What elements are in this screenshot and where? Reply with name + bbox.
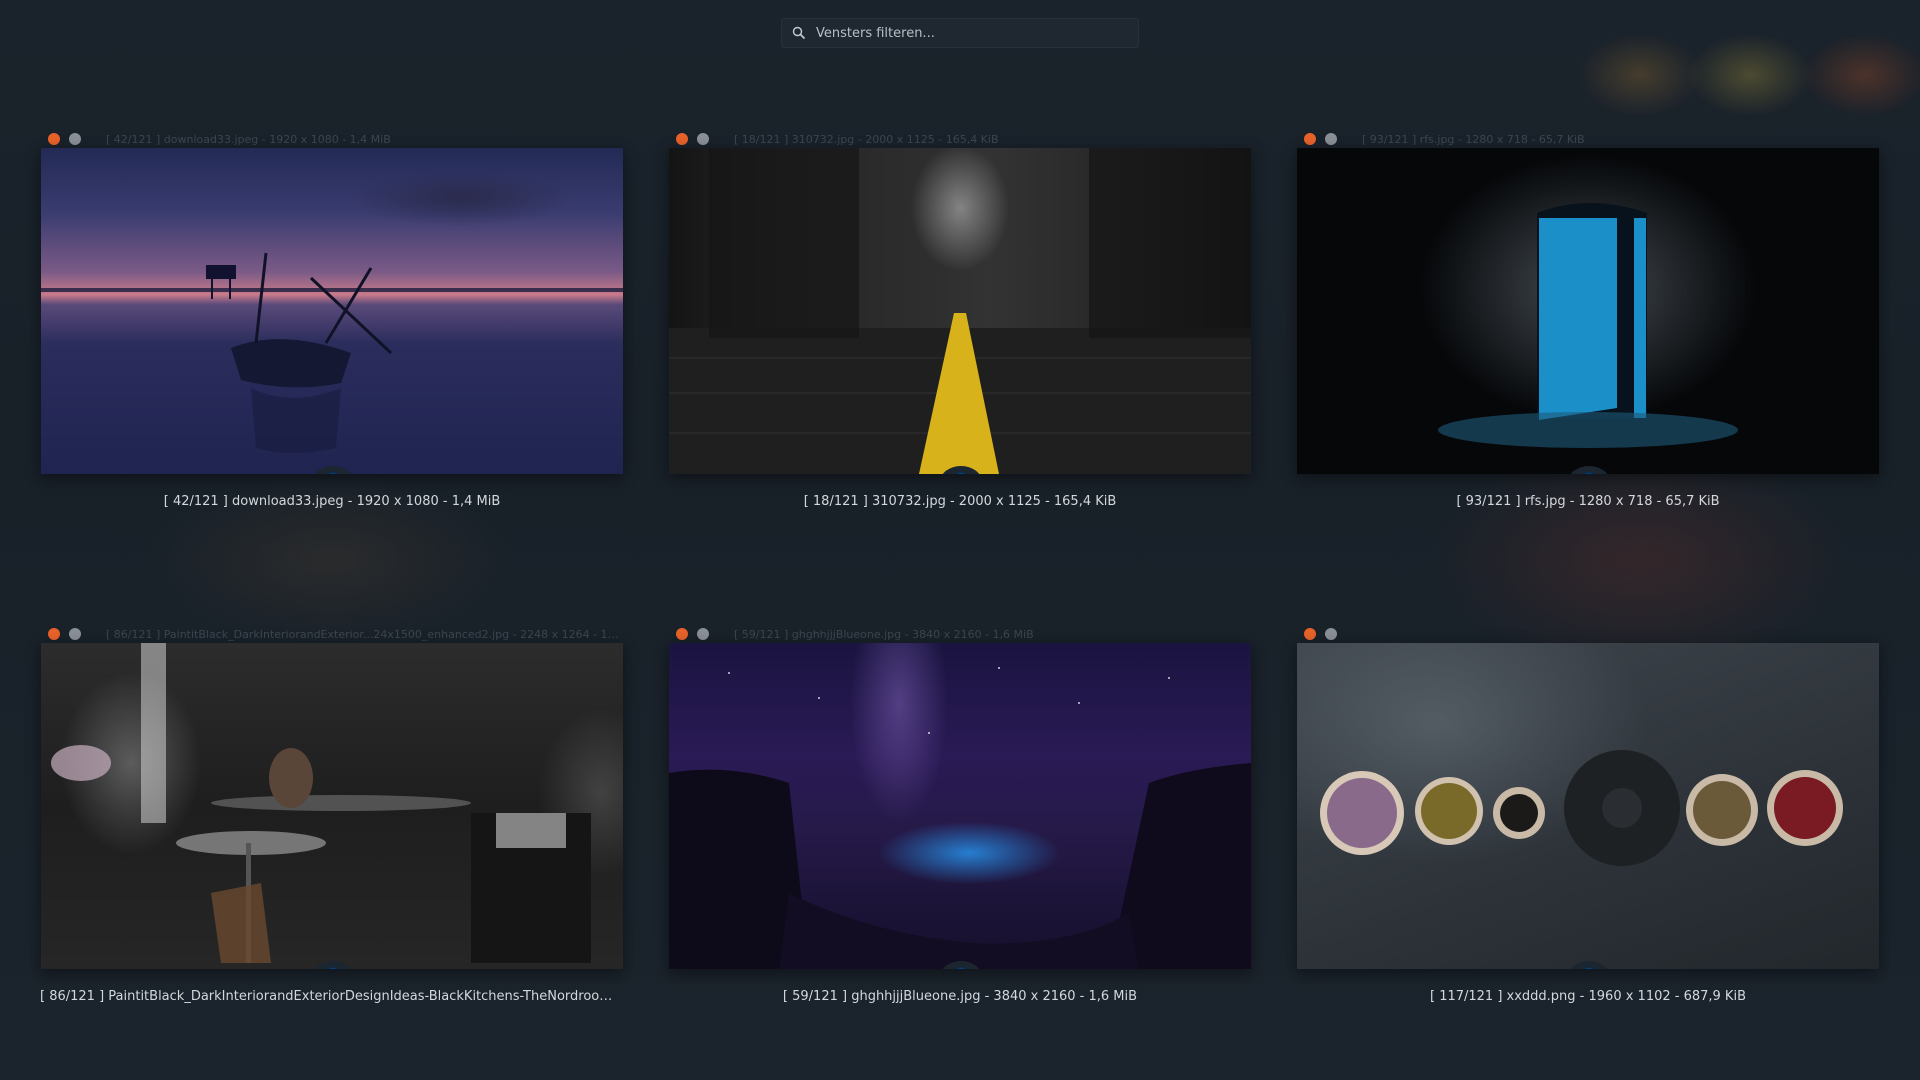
window-title: [ 42/121 ] download33.jpeg - 1920 x 1080… — [106, 132, 391, 146]
blue-door-scene — [1438, 203, 1738, 448]
window-titlebar: [ 86/121 ] PaintitBlack_DarkInteriorandE… — [40, 625, 624, 643]
search-input[interactable] — [816, 25, 1116, 41]
window-tile[interactable]: [ 59/121 ] ghghhjjjBlueone.jpg - 3840 x … — [668, 625, 1252, 1004]
window-titlebar — [1296, 625, 1880, 643]
window-titlebar: [ 59/121 ] ghghhjjjBlueone.jpg - 3840 x … — [668, 625, 1252, 643]
minimize-window-button[interactable] — [697, 628, 709, 640]
window-tile[interactable]: [ 86/121 ] PaintitBlack_DarkInteriorandE… — [40, 625, 624, 1005]
milky-way-scene — [669, 667, 1251, 969]
window-caption: [ 59/121 ] ghghhjjjBlueone.jpg - 3840 x … — [782, 989, 1138, 1004]
image-viewer-eye-icon — [942, 466, 980, 474]
window-title: [ 18/121 ] 310732.jpg - 2000 x 1125 - 16… — [734, 132, 999, 146]
window-title: [ 86/121 ] PaintitBlack_DarkInteriorandE… — [106, 627, 624, 641]
close-window-button[interactable] — [48, 628, 60, 640]
window-caption: [ 18/121 ] 310732.jpg - 2000 x 1125 - 16… — [803, 494, 1117, 509]
window-tile[interactable]: [ 93/121 ] rfs.jpg - 1280 x 718 - 65,7 K… — [1296, 130, 1880, 509]
window-thumbnail[interactable] — [41, 148, 623, 474]
window-caption: [ 93/121 ] rfs.jpg - 1280 x 718 - 65,7 K… — [1456, 494, 1720, 509]
close-window-button[interactable] — [1304, 133, 1316, 145]
close-window-button[interactable] — [1304, 628, 1316, 640]
minimize-window-button[interactable] — [1325, 628, 1337, 640]
window-tile[interactable]: [ 18/121 ] 310732.jpg - 2000 x 1125 - 16… — [668, 130, 1252, 509]
close-window-button[interactable] — [676, 628, 688, 640]
window-tile[interactable]: [ 42/121 ] download33.jpeg - 1920 x 1080… — [40, 130, 624, 509]
window-title: [ 59/121 ] ghghhjjjBlueone.jpg - 3840 x … — [734, 627, 1034, 641]
window-filter-search[interactable] — [781, 18, 1139, 48]
kitchen-scene — [51, 643, 591, 963]
window-thumbnail[interactable] — [669, 148, 1251, 474]
window-titlebar: [ 93/121 ] rfs.jpg - 1280 x 718 - 65,7 K… — [1296, 130, 1880, 148]
window-caption: [ 86/121 ] PaintitBlack_DarkInteriorandE… — [40, 989, 624, 1004]
window-thumbnail[interactable] — [1297, 643, 1879, 969]
window-titlebar: [ 42/121 ] download33.jpeg - 1920 x 1080… — [40, 130, 624, 148]
tea-scene — [1320, 750, 1843, 866]
minimize-window-button[interactable] — [1325, 133, 1337, 145]
window-caption: [ 117/121 ] xxddd.png - 1960 x 1102 - 68… — [1429, 989, 1746, 1004]
image-viewer-eye-icon — [1570, 466, 1608, 474]
image-viewer-eye-icon — [314, 466, 352, 474]
image-viewer-eye-icon — [1570, 961, 1608, 969]
image-viewer-eye-icon — [314, 961, 352, 969]
window-tile[interactable]: [ 117/121 ] xxddd.png - 1960 x 1102 - 68… — [1296, 625, 1880, 1004]
window-title: [ 93/121 ] rfs.jpg - 1280 x 718 - 65,7 K… — [1362, 132, 1585, 146]
minimize-window-button[interactable] — [697, 133, 709, 145]
window-titlebar: [ 18/121 ] 310732.jpg - 2000 x 1125 - 16… — [668, 130, 1252, 148]
window-caption: [ 42/121 ] download33.jpeg - 1920 x 1080… — [163, 494, 501, 509]
minimize-window-button[interactable] — [69, 628, 81, 640]
window-thumbnail[interactable] — [41, 643, 623, 969]
close-window-button[interactable] — [48, 133, 60, 145]
search-icon — [792, 26, 806, 40]
window-thumbnail[interactable] — [1297, 148, 1879, 474]
minimize-window-button[interactable] — [69, 133, 81, 145]
close-window-button[interactable] — [676, 133, 688, 145]
image-viewer-eye-icon — [942, 961, 980, 969]
lake-boat-scene — [41, 252, 623, 453]
window-thumbnail[interactable] — [669, 643, 1251, 969]
street-scene — [669, 148, 1251, 474]
